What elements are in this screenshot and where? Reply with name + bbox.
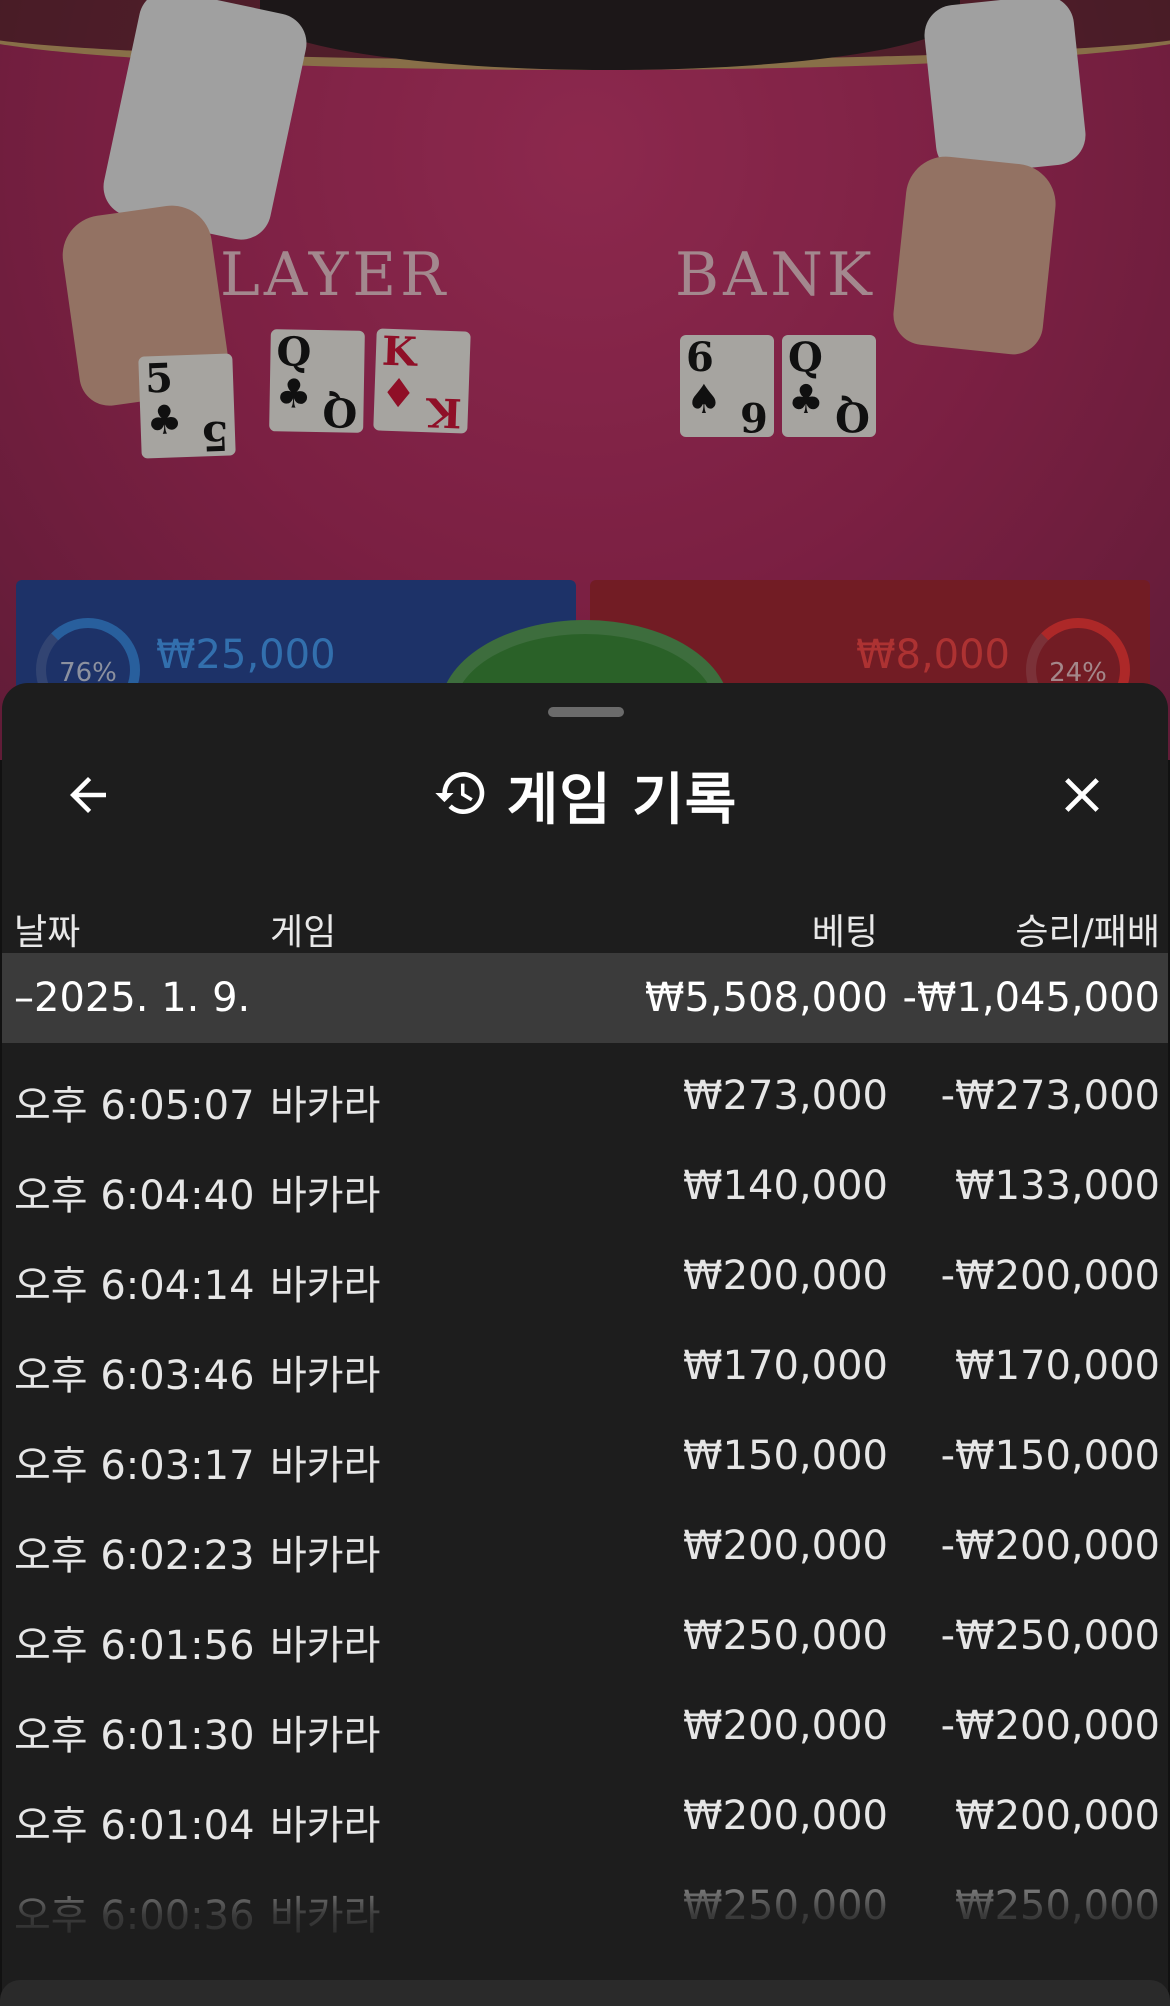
row-win-loss: -₩200,000 — [940, 1253, 1160, 1299]
history-row[interactable]: 오후 6:02:23 바카라 ₩200,000 -₩200,000 — [2, 1493, 1168, 1583]
row-bet: ₩200,000 — [683, 1793, 888, 1839]
row-time: 오후 6:03:46 — [14, 1353, 255, 1399]
history-row[interactable]: 오후 6:05:07 바카라 ₩273,000 -₩273,000 — [2, 1043, 1168, 1133]
game-history-sheet: 게임 기록 날짜 게임 베팅 승리/패배 –2025. 1. 9. ₩5,508… — [2, 683, 1168, 2006]
sheet-title: 게임 기록 — [506, 767, 738, 833]
row-time: 오후 6:03:17 — [14, 1443, 255, 1489]
row-win-loss: ₩170,000 — [955, 1343, 1160, 1389]
history-row[interactable]: 오후 6:01:56 바카라 ₩250,000 -₩250,000 — [2, 1583, 1168, 1673]
group-date: –2025. 1. 9. — [14, 975, 251, 1021]
row-win-loss: -₩273,000 — [940, 1073, 1160, 1119]
live-video-feed: LAYER BANK 5 ♣ 5 Q ♣ Q K ♦ K 6 ♠ 6 Q ♣ Q 76% ₩25,000 … — [0, 0, 1170, 760]
video-dim-overlay — [0, 0, 1170, 760]
history-row[interactable]: 오후 6:01:30 바카라 ₩200,000 -₩200,000 — [2, 1673, 1168, 1763]
row-win-loss: -₩250,000 — [940, 1613, 1160, 1659]
row-bet: ₩250,000 — [683, 1613, 888, 1659]
row-game: 바카라 — [270, 1713, 381, 1759]
column-win-loss: 승리/패배 — [1015, 912, 1160, 953]
row-game: 바카라 — [270, 1353, 381, 1399]
row-time: 오후 6:01:56 — [14, 1623, 255, 1669]
close-icon — [1065, 778, 1099, 812]
row-time: 오후 6:01:30 — [14, 1713, 255, 1759]
history-row[interactable]: 오후 6:03:17 바카라 ₩150,000 -₩150,000 — [2, 1403, 1168, 1493]
row-bet: ₩200,000 — [683, 1703, 888, 1749]
history-row[interactable]: 오후 6:04:14 바카라 ₩200,000 -₩200,000 — [2, 1223, 1168, 1313]
back-button[interactable] — [46, 753, 130, 837]
bottom-bar — [0, 1980, 1170, 2006]
row-time: 오후 6:04:40 — [14, 1173, 255, 1219]
row-bet: ₩273,000 — [683, 1073, 888, 1119]
row-bet: ₩170,000 — [683, 1343, 888, 1389]
column-date: 날짜 — [14, 912, 81, 953]
row-time: 오후 6:04:14 — [14, 1263, 255, 1309]
row-win-loss: ₩200,000 — [955, 1793, 1160, 1839]
column-game: 게임 — [270, 912, 337, 953]
column-bet: 베팅 — [811, 912, 878, 953]
row-bet: ₩200,000 — [683, 1253, 888, 1299]
history-row[interactable]: 오후 6:04:40 바카라 ₩140,000 ₩133,000 — [2, 1133, 1168, 1223]
row-game: 바카라 — [270, 1533, 381, 1579]
date-group-row[interactable]: –2025. 1. 9. ₩5,508,000 -₩1,045,000 — [2, 953, 1168, 1043]
row-win-loss: ₩133,000 — [955, 1163, 1160, 1209]
history-icon — [433, 765, 489, 825]
row-game: 바카라 — [270, 1173, 381, 1219]
row-win-loss: -₩150,000 — [940, 1433, 1160, 1479]
row-game: 바카라 — [270, 1443, 381, 1489]
group-bet-total: ₩5,508,000 — [644, 975, 888, 1021]
title-group: 게임 기록 — [2, 743, 1168, 847]
arrow-left-icon — [70, 777, 106, 813]
group-win-loss-total: -₩1,045,000 — [902, 975, 1160, 1021]
row-game: 바카라 — [270, 1263, 381, 1309]
list-fade-overlay — [2, 1843, 1168, 2003]
row-bet: ₩200,000 — [683, 1523, 888, 1569]
history-list: 오후 6:05:07 바카라 ₩273,000 -₩273,000 오후 6:04:40… — [2, 1043, 1168, 1943]
sheet-drag-handle[interactable] — [548, 707, 624, 717]
row-bet: ₩140,000 — [683, 1163, 888, 1209]
row-game: 바카라 — [270, 1623, 381, 1669]
row-win-loss: -₩200,000 — [940, 1703, 1160, 1749]
history-row[interactable]: 오후 6:01:04 바카라 ₩200,000 ₩200,000 — [2, 1763, 1168, 1853]
history-row[interactable]: 오후 6:03:46 바카라 ₩170,000 ₩170,000 — [2, 1313, 1168, 1403]
sheet-header: 게임 기록 — [2, 743, 1168, 847]
row-time: 오후 6:05:07 — [14, 1083, 255, 1129]
close-button[interactable] — [1040, 753, 1124, 837]
row-win-loss: -₩200,000 — [940, 1523, 1160, 1569]
row-bet: ₩150,000 — [683, 1433, 888, 1479]
row-time: 오후 6:02:23 — [14, 1533, 255, 1579]
row-game: 바카라 — [270, 1083, 381, 1129]
